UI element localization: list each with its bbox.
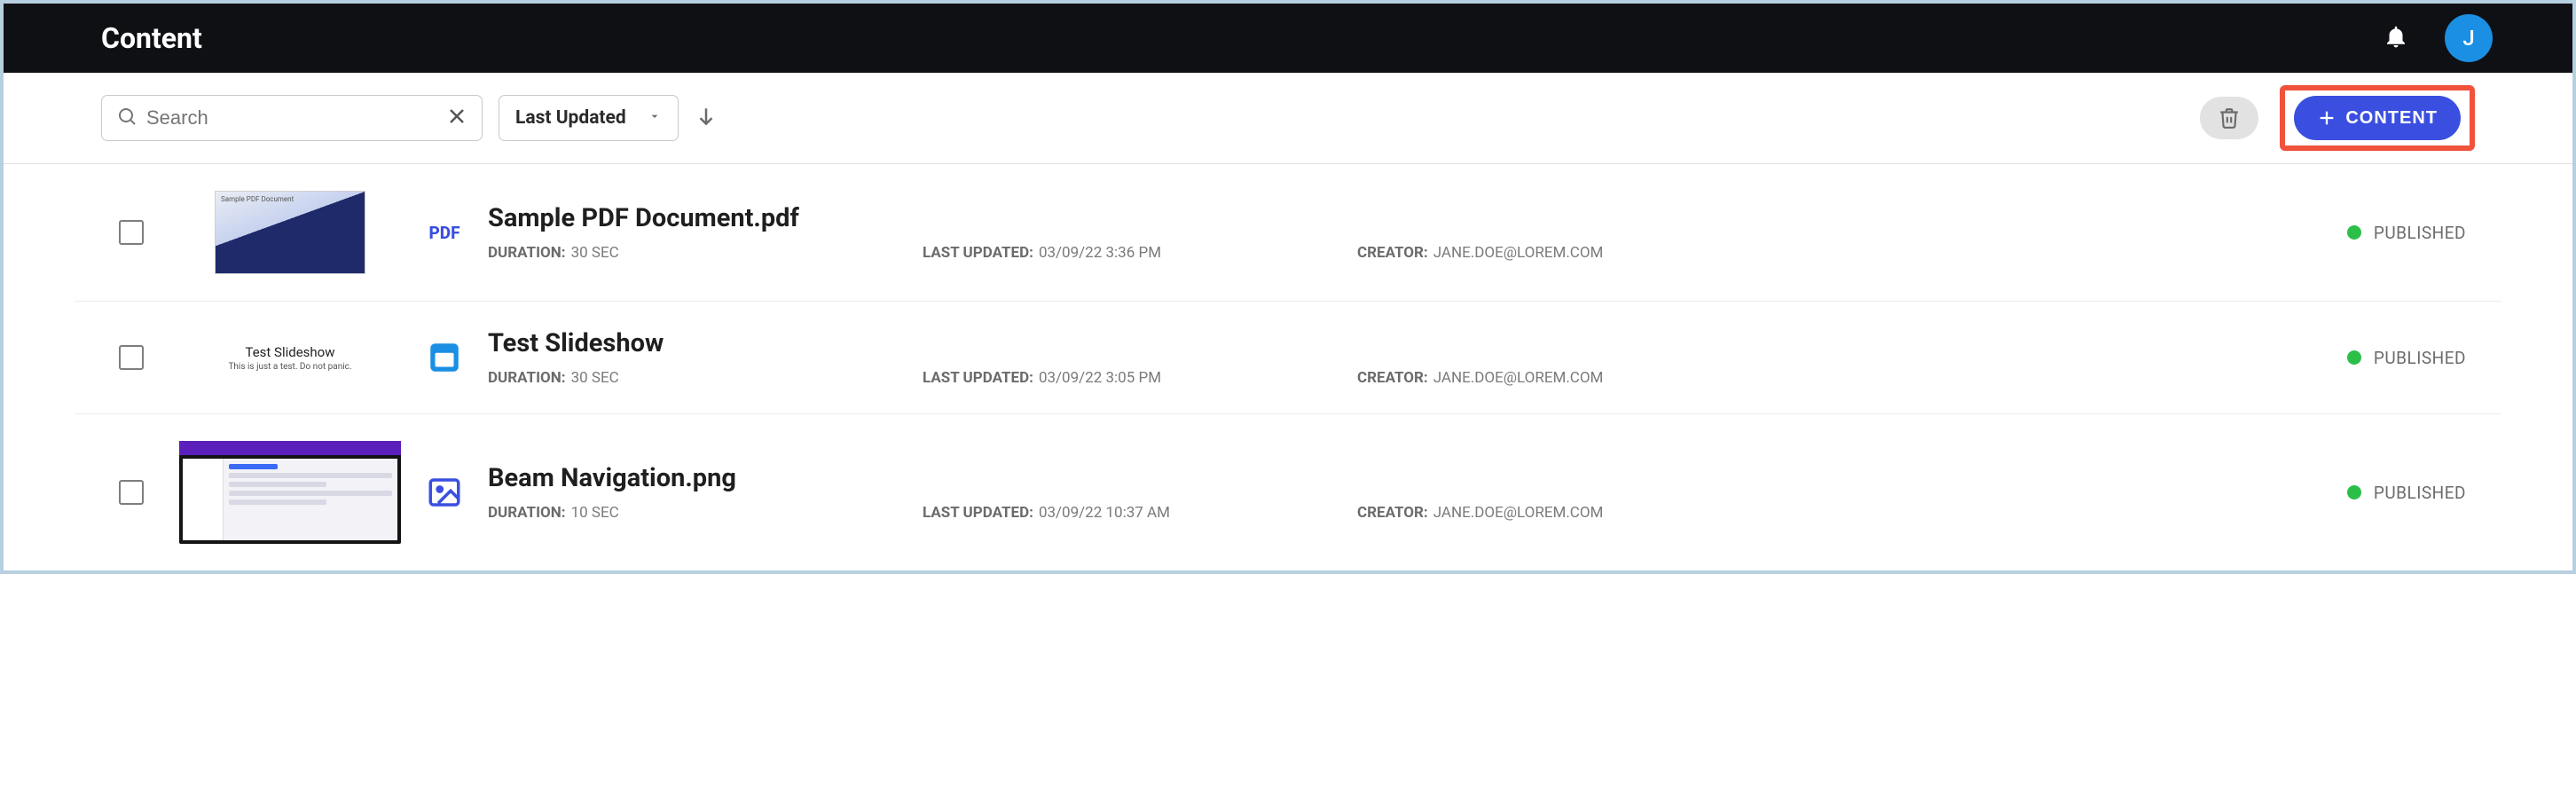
sort-label: Last Updated <box>515 107 626 129</box>
row-checkbox[interactable] <box>119 220 144 245</box>
status-dot-icon <box>2347 485 2361 499</box>
sort-direction-icon[interactable] <box>695 105 718 131</box>
notifications-icon[interactable] <box>2383 23 2409 53</box>
avatar[interactable]: J <box>2445 14 2493 62</box>
row-meta: DURATION:10 SEC LAST UPDATED:03/09/22 10… <box>488 504 2329 522</box>
row-meta: DURATION:30 SEC LAST UPDATED:03/09/22 3:… <box>488 244 2329 262</box>
search-box[interactable] <box>101 95 483 141</box>
file-type-slideshow-icon <box>419 339 470 376</box>
status-badge: PUBLISHED <box>2347 483 2466 503</box>
row-meta: DURATION:30 SEC LAST UPDATED:03/09/22 3:… <box>488 369 2329 387</box>
add-content-label: CONTENT <box>2345 108 2438 129</box>
list-item[interactable]: Test Slideshow This is just a test. Do n… <box>75 302 2501 414</box>
thumbnail <box>179 441 401 544</box>
add-content-highlight: CONTENT <box>2280 85 2475 151</box>
header-right: J <box>2383 14 2493 62</box>
thumbnail: Test Slideshow This is just a test. Do n… <box>179 344 401 372</box>
toolbar: Last Updated CONTENT <box>4 73 2572 164</box>
status-dot-icon <box>2347 350 2361 365</box>
clear-icon[interactable] <box>446 106 467 130</box>
row-info: Test Slideshow DURATION:30 SEC LAST UPDA… <box>488 328 2329 387</box>
row-checkbox[interactable] <box>119 345 144 370</box>
search-input[interactable] <box>146 106 446 130</box>
content-list: PDF Sample PDF Document.pdf DURATION:30 … <box>4 164 2572 570</box>
file-type-image-icon <box>419 474 470 511</box>
row-info: Sample PDF Document.pdf DURATION:30 SEC … <box>488 203 2329 262</box>
file-type-pdf-icon: PDF <box>419 223 470 243</box>
sort-dropdown[interactable]: Last Updated <box>499 95 679 141</box>
thumbnail <box>179 191 401 274</box>
list-item[interactable]: Beam Navigation.png DURATION:10 SEC LAST… <box>75 414 2501 570</box>
status-badge: PUBLISHED <box>2347 223 2466 243</box>
chevron-down-icon <box>648 107 662 129</box>
status-dot-icon <box>2347 225 2361 240</box>
list-item[interactable]: PDF Sample PDF Document.pdf DURATION:30 … <box>75 164 2501 302</box>
row-title: Beam Navigation.png <box>488 463 2329 493</box>
toolbar-right: CONTENT <box>2200 85 2475 151</box>
add-content-button[interactable]: CONTENT <box>2294 96 2461 140</box>
row-title: Test Slideshow <box>488 328 2329 358</box>
page-title: Content <box>101 21 202 55</box>
plus-icon <box>2317 108 2336 128</box>
row-title: Sample PDF Document.pdf <box>488 203 2329 233</box>
row-checkbox[interactable] <box>119 480 144 505</box>
status-badge: PUBLISHED <box>2347 348 2466 368</box>
search-icon <box>116 106 137 130</box>
delete-button[interactable] <box>2200 97 2258 139</box>
row-info: Beam Navigation.png DURATION:10 SEC LAST… <box>488 463 2329 522</box>
header: Content J <box>4 4 2572 73</box>
